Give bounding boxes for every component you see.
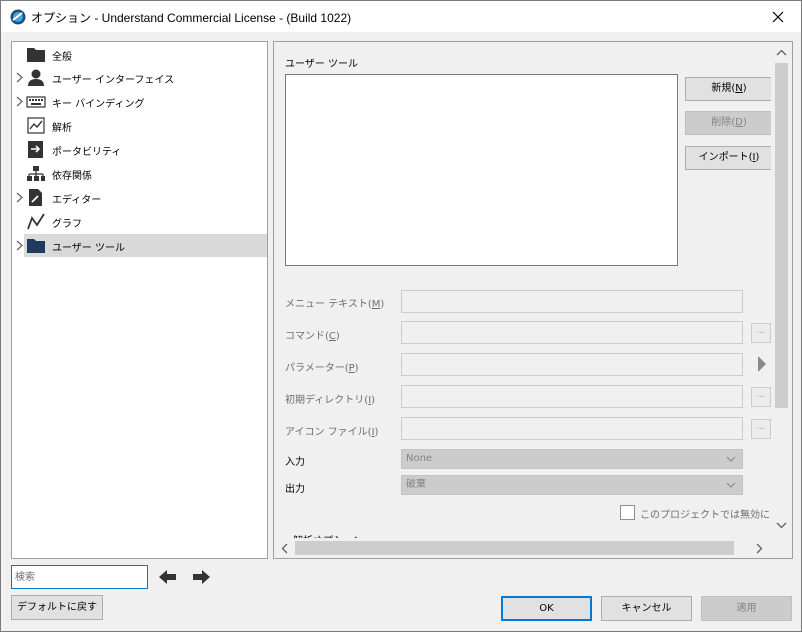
menu-text-field[interactable] xyxy=(401,290,743,313)
apply-button[interactable]: 適用 xyxy=(701,596,792,621)
tree-item-analysis[interactable]: 解析 xyxy=(12,114,267,137)
icon-file-field[interactable] xyxy=(401,417,743,440)
back-arrow-icon[interactable] xyxy=(158,568,178,586)
options-category-tree[interactable]: 全般 ユーザー インターフェイス キー バインディング 解析 ポータビリティ 依… xyxy=(11,41,268,559)
command-field[interactable] xyxy=(401,321,743,344)
graph-line-icon xyxy=(27,213,45,230)
forward-arrow-icon[interactable] xyxy=(191,568,211,586)
command-label: コマンド(C) xyxy=(285,331,340,342)
ok-button[interactable]: OK xyxy=(501,596,592,621)
delete-tool-button[interactable]: 削除(D) xyxy=(685,111,773,135)
analysis-chart-icon xyxy=(27,117,45,134)
delete-button-key: D xyxy=(735,117,743,128)
horizontal-scroll-thumb[interactable] xyxy=(295,541,734,555)
import-button-key: I xyxy=(752,152,756,163)
initial-directory-browse-button[interactable]: ... xyxy=(751,387,771,407)
tree-item-general[interactable]: 全般 xyxy=(12,43,267,66)
tree-item-portability[interactable]: ポータビリティ xyxy=(12,138,267,161)
window-title: オプション - Understand Commercial License - … xyxy=(31,11,352,25)
search-input[interactable] xyxy=(11,565,148,589)
tree-item-label: 全般 xyxy=(52,52,72,63)
cancel-button[interactable]: キャンセル xyxy=(601,596,692,621)
input-label: 入力 xyxy=(285,457,305,468)
tree-item-label: ポータビリティ xyxy=(52,147,122,158)
chevron-down-icon xyxy=(726,482,736,488)
horizontal-scrollbar[interactable] xyxy=(274,538,771,558)
scroll-right-icon[interactable] xyxy=(756,543,763,554)
tree-item-label: 依存関係 xyxy=(52,171,92,182)
tree-item-graphs[interactable]: グラフ xyxy=(12,210,267,233)
delete-button-label: 削除( xyxy=(711,117,736,128)
initial-directory-field[interactable] xyxy=(401,385,743,408)
new-button-label: 新規( xyxy=(711,83,736,94)
parameter-label: パラメーター(P) xyxy=(285,363,359,374)
chevron-down-icon xyxy=(726,456,736,462)
vertical-scroll-thumb[interactable] xyxy=(775,63,788,408)
new-tool-button[interactable]: 新規(N) xyxy=(685,77,773,101)
import-button-label: インポート( xyxy=(698,152,753,163)
import-tool-button[interactable]: インポート(I) xyxy=(685,146,773,170)
user-tools-list[interactable] xyxy=(285,74,678,266)
scroll-left-icon[interactable] xyxy=(281,543,288,554)
menu-text-label: メニュー テキスト(M) xyxy=(285,299,385,310)
vertical-scrollbar[interactable] xyxy=(771,42,792,538)
close-button[interactable] xyxy=(755,1,801,32)
understand-app-icon xyxy=(10,9,26,25)
restore-defaults-button[interactable]: デフォルトに戻す xyxy=(11,595,103,620)
folder-icon xyxy=(27,48,45,62)
portability-icon xyxy=(28,141,43,158)
tree-item-label: エディター xyxy=(52,195,102,206)
tree-item-user-tools[interactable]: ユーザー ツール xyxy=(16,234,267,257)
icon-file-label: アイコン ファイル(I) xyxy=(285,427,379,438)
scroll-up-icon[interactable] xyxy=(776,49,787,56)
keyboard-icon xyxy=(26,96,46,108)
title-bar[interactable]: オプション - Understand Commercial License - … xyxy=(1,1,801,32)
input-select[interactable]: None xyxy=(401,449,743,469)
input-select-value: None xyxy=(406,453,433,464)
section-title: ユーザー ツール xyxy=(285,59,358,70)
chevron-right-icon[interactable] xyxy=(15,240,24,251)
user-icon xyxy=(28,69,44,86)
output-label: 出力 xyxy=(285,484,305,495)
tree-item-user-interface[interactable]: ユーザー インターフェイス xyxy=(12,66,267,89)
close-icon xyxy=(772,11,784,22)
user-tools-settings-panel: ユーザー ツール 新規(N) 削除(D) インポート(I) メニュー テキスト(… xyxy=(273,41,793,559)
tree-item-label: 解析 xyxy=(52,123,72,134)
scrollbar-corner xyxy=(771,538,792,558)
icon-file-browse-button[interactable]: ... xyxy=(751,419,771,439)
editor-document-icon xyxy=(29,189,42,206)
tree-item-label: グラフ xyxy=(52,219,82,230)
tree-item-editor[interactable]: エディター xyxy=(12,186,267,209)
options-dialog: オプション - Understand Commercial License - … xyxy=(0,0,802,632)
command-browse-button[interactable]: ... xyxy=(751,323,771,343)
tree-item-dependencies[interactable]: 依存関係 xyxy=(12,162,267,185)
tree-item-label: ユーザー インターフェイス xyxy=(52,75,175,86)
scroll-down-icon[interactable] xyxy=(776,522,787,529)
tree-item-key-bindings[interactable]: キー バインディング xyxy=(12,90,267,113)
disable-for-project-label: このプロジェクトでは無効にする xyxy=(640,510,791,521)
disable-for-project-checkbox[interactable] xyxy=(620,505,635,520)
dependency-tree-icon xyxy=(27,166,45,181)
output-select[interactable]: 破棄 xyxy=(401,475,743,495)
new-button-key: N xyxy=(735,83,743,94)
tree-item-label: キー バインディング xyxy=(52,99,145,110)
chevron-right-icon[interactable] xyxy=(15,72,24,83)
chevron-right-icon[interactable] xyxy=(15,96,24,107)
initial-directory-label: 初期ディレクトリ(I) xyxy=(285,395,376,406)
folder-icon xyxy=(27,239,45,253)
tree-item-label: ユーザー ツール xyxy=(52,243,125,254)
chevron-right-icon[interactable] xyxy=(15,192,24,203)
output-select-value: 破棄 xyxy=(406,479,426,490)
parameter-menu-arrow-icon[interactable] xyxy=(757,355,767,373)
parameter-field[interactable] xyxy=(401,353,743,376)
